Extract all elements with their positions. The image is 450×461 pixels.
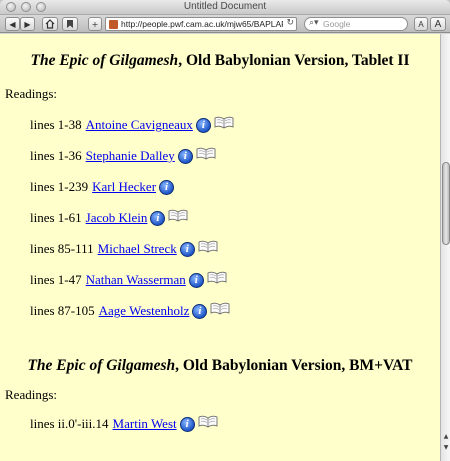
info-icon[interactable]: i xyxy=(188,272,204,288)
info-icon[interactable]: i xyxy=(177,148,193,164)
open-book-icon[interactable] xyxy=(210,301,230,315)
back-button[interactable]: ◀ xyxy=(5,17,20,31)
open-book-icon[interactable] xyxy=(207,270,227,284)
bookmark-icon xyxy=(67,20,73,28)
home-icon xyxy=(45,19,55,29)
info-icon[interactable]: i xyxy=(150,210,166,226)
window-title: Untitled Document xyxy=(183,1,267,12)
line-range: lines 1-36 xyxy=(30,148,82,163)
reload-icon[interactable]: ↻ xyxy=(286,18,294,28)
reading-entry: lines 1-239 Karl Hecker i xyxy=(30,177,175,197)
text-smaller-button[interactable]: A xyxy=(414,17,428,31)
line-range: lines 1-47 xyxy=(30,272,82,287)
section-title: The Epic of Gilgamesh, Old Babylonian Ve… xyxy=(0,52,440,70)
reader-name-link[interactable]: Nathan Wasserman xyxy=(86,272,186,288)
add-bookmark-button[interactable]: + xyxy=(88,17,102,31)
search-field[interactable]: ⌕▾ Google xyxy=(304,17,408,31)
open-book-icon[interactable] xyxy=(196,146,216,160)
reading-entry: lines 1-38 Antoine Cavigneaux i xyxy=(30,115,234,135)
reading-entry: lines 1-36 Stephanie Dalley i xyxy=(30,146,216,166)
forward-button[interactable]: ▶ xyxy=(20,17,35,31)
section-title-work: The Epic of Gilgamesh xyxy=(30,52,179,69)
text-larger-button[interactable]: A xyxy=(430,17,446,31)
line-range: lines 1-38 xyxy=(30,117,82,132)
open-book-icon[interactable] xyxy=(168,208,188,222)
reading-entry: lines 87-105 Aage Westenholz i xyxy=(30,301,230,321)
bookmark-button[interactable] xyxy=(62,17,78,31)
reader-name-link[interactable]: Martin West xyxy=(113,416,177,432)
line-range: lines 87-105 xyxy=(30,303,95,318)
reader-name-link[interactable]: Michael Streck xyxy=(98,241,177,257)
line-range: lines ii.0'-iii.14 xyxy=(30,416,109,431)
back-arrow-icon: ◀ xyxy=(9,19,16,29)
info-icon[interactable]: i xyxy=(179,241,195,257)
info-icon[interactable]: i xyxy=(192,303,208,319)
forward-arrow-icon: ▶ xyxy=(24,19,31,29)
info-icon[interactable]: i xyxy=(159,179,175,195)
address-bar[interactable]: http://people.pwf.cam.ac.uk/mjw65/BAPLAR… xyxy=(105,17,297,31)
reader-name-link[interactable]: Karl Hecker xyxy=(92,179,156,195)
page-content: The Epic of Gilgamesh, Old Babylonian Ve… xyxy=(0,34,440,461)
open-book-icon[interactable] xyxy=(214,115,234,129)
scroll-up-arrow-icon[interactable]: ▲ xyxy=(442,433,450,441)
readings-label: Readings: xyxy=(5,86,57,101)
info-icon[interactable]: i xyxy=(195,117,211,133)
browser-toolbar: ◀ ▶ + http://people.pwf.cam.ac.uk/mjw65/… xyxy=(0,15,450,33)
reading-entry: lines 85-111 Michael Streck i xyxy=(30,239,218,259)
title-bar: Untitled Document xyxy=(0,0,450,15)
reader-name-link[interactable]: Antoine Cavigneaux xyxy=(86,117,193,133)
open-book-icon[interactable] xyxy=(198,414,218,428)
reading-entry: lines ii.0'-iii.14 Martin West i xyxy=(30,414,218,434)
reading-entry: lines 1-61 Jacob Klein i xyxy=(30,208,188,228)
search-placeholder: Google xyxy=(323,19,351,29)
reading-entry: lines 1-47 Nathan Wasserman i xyxy=(30,270,227,290)
url-text: http://people.pwf.cam.ac.uk/mjw65/BAPLAR… xyxy=(121,19,283,29)
section-title: The Epic of Gilgamesh, Old Babylonian Ve… xyxy=(0,357,440,375)
section-title-work: The Epic of Gilgamesh xyxy=(27,357,176,374)
home-button[interactable] xyxy=(42,17,58,31)
plus-icon: + xyxy=(91,19,99,29)
info-icon[interactable]: i xyxy=(179,416,195,432)
reader-name-link[interactable]: Jacob Klein xyxy=(86,210,148,226)
reader-name-link[interactable]: Aage Westenholz xyxy=(99,303,190,319)
browser-window: Untitled Document ◀ ▶ + http://people.pw… xyxy=(0,0,450,461)
line-range: lines 1-61 xyxy=(30,210,82,225)
open-book-icon[interactable] xyxy=(198,239,218,253)
site-favicon-icon xyxy=(109,20,118,29)
scroll-down-arrow-icon[interactable]: ▼ xyxy=(442,444,450,452)
section-title-version: , Old Babylonian Version, Tablet II xyxy=(178,52,410,69)
search-icon: ⌕▾ xyxy=(309,18,319,28)
reader-name-link[interactable]: Stephanie Dalley xyxy=(86,148,175,164)
vertical-scrollbar[interactable]: ▲ ▼ xyxy=(440,34,450,461)
scrollbar-thumb[interactable] xyxy=(442,162,450,245)
section-title-version: , Old Babylonian Version, BM+VAT xyxy=(175,357,413,374)
line-range: lines 1-239 xyxy=(30,179,89,194)
line-range: lines 85-111 xyxy=(30,241,94,256)
readings-label: Readings: xyxy=(5,387,57,402)
